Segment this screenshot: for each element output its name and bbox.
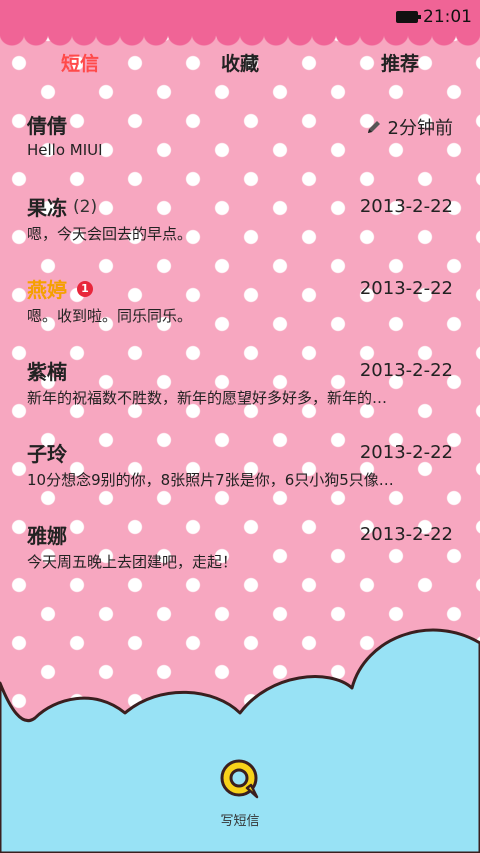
status-time: 21:01 bbox=[423, 7, 472, 27]
compose-message-icon bbox=[220, 759, 259, 799]
contact-name-text: 雅娜 bbox=[27, 524, 67, 548]
date-text: 2分钟前 bbox=[387, 118, 453, 139]
tab-messages[interactable]: 短信 bbox=[0, 48, 160, 82]
conversation-time: 2013-2-22 bbox=[360, 278, 453, 299]
compose-button[interactable]: 写短信 bbox=[200, 758, 280, 829]
conversation-item[interactable]: 燕婷 1 2013-2-22 嗯。收到啦。同乐同乐。 bbox=[0, 270, 480, 352]
contact-name: 燕婷 1 bbox=[27, 274, 93, 303]
contact-name: 紫楠 bbox=[27, 356, 67, 385]
message-preview: 嗯。收到啦。同乐同乐。 bbox=[27, 307, 193, 325]
compose-label: 写短信 bbox=[220, 814, 260, 829]
date-text: 2013-2-22 bbox=[359, 524, 453, 545]
date-text: 2013-2-22 bbox=[359, 196, 453, 217]
conversation-item[interactable]: 紫楠 2013-2-22 新年的祝福数不胜数，新年的愿望好多好多，新年的… bbox=[0, 352, 480, 434]
contact-name: 倩倩 bbox=[27, 110, 67, 139]
draft-pencil-icon bbox=[367, 121, 380, 133]
contact-name-text: 紫楠 bbox=[27, 360, 67, 384]
unread-badge: 1 bbox=[77, 280, 93, 297]
contact-name: 子玲 bbox=[27, 438, 67, 467]
conversation-item[interactable]: 雅娜 2013-2-22 今天周五晚上去团建吧，走起！ bbox=[0, 516, 480, 598]
contact-name-text: 倩倩 bbox=[27, 114, 67, 138]
tab-recommended[interactable]: 推荐 bbox=[320, 48, 480, 82]
contact-name: 雅娜 bbox=[27, 520, 67, 549]
conversation-item[interactable]: 子玲 2013-2-22 10分想念9别的你，8张照片7张是你，6只小狗5只像… bbox=[0, 434, 480, 516]
tab-favorites[interactable]: 收藏 bbox=[160, 48, 320, 82]
message-preview: 10分想念9别的你，8张照片7张是你，6只小狗5只像… bbox=[27, 471, 394, 489]
conversation-time: 2013-2-22 bbox=[360, 442, 453, 463]
message-count: (2) bbox=[73, 196, 98, 217]
tab-bar: 短信 收藏 推荐 bbox=[0, 48, 480, 82]
date-text: 2013-2-22 bbox=[359, 442, 453, 463]
status-right: 21:01 bbox=[396, 7, 472, 27]
conversation-time: 2013-2-22 bbox=[360, 196, 453, 217]
conversation-list: 倩倩 2分钟前 Hello MIUI 果冻 (2) 2013-2-22 嗯，今天… bbox=[0, 106, 480, 598]
contact-name-text: 果冻 bbox=[27, 196, 67, 220]
header-scallop bbox=[0, 33, 480, 49]
battery-icon bbox=[396, 11, 421, 23]
contact-name: 果冻 (2) bbox=[27, 192, 97, 221]
conversation-time: 2013-2-22 bbox=[360, 360, 453, 381]
contact-name-text: 子玲 bbox=[27, 442, 67, 466]
contact-name-text: 燕婷 bbox=[27, 278, 67, 302]
conversation-item[interactable]: 果冻 (2) 2013-2-22 嗯，今天会回去的早点。 bbox=[0, 188, 480, 270]
conversation-time: 2013-2-22 bbox=[360, 524, 453, 545]
date-text: 2013-2-22 bbox=[359, 360, 453, 381]
message-preview: 今天周五晚上去团建吧，走起！ bbox=[27, 553, 238, 571]
date-text: 2013-2-22 bbox=[359, 278, 453, 299]
message-preview: 嗯，今天会回去的早点。 bbox=[27, 225, 193, 243]
message-preview: Hello MIUI bbox=[27, 141, 103, 159]
status-bar: 21:01 bbox=[0, 0, 480, 34]
conversation-time: 2分钟前 bbox=[366, 114, 453, 140]
message-preview: 新年的祝福数不胜数，新年的愿望好多好多，新年的… bbox=[27, 389, 388, 407]
conversation-item[interactable]: 倩倩 2分钟前 Hello MIUI bbox=[0, 106, 480, 188]
